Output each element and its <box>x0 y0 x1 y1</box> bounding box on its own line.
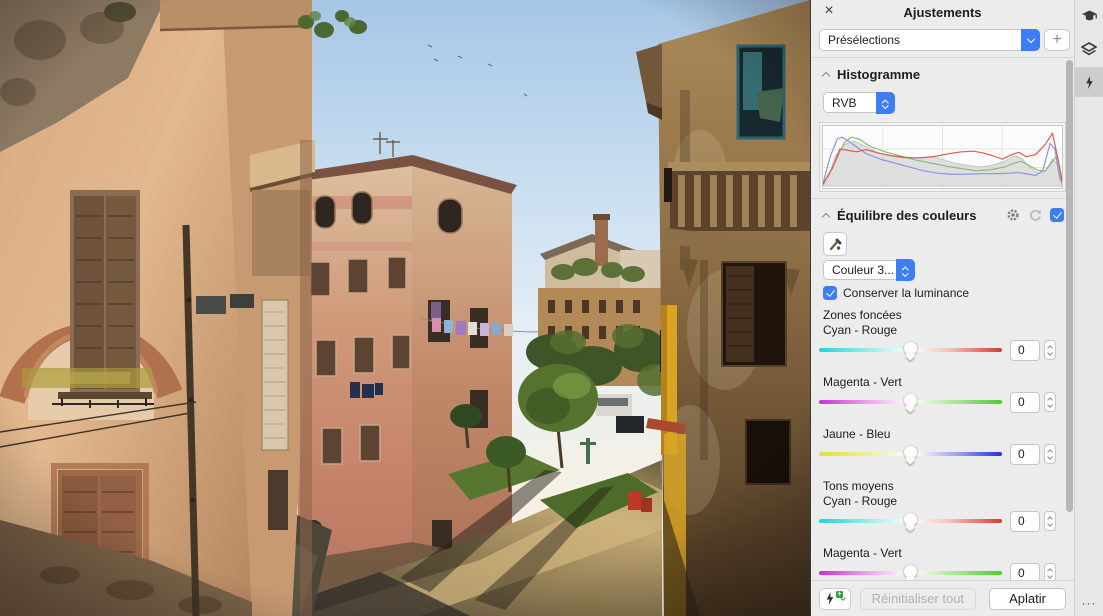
slider-thumb[interactable] <box>904 446 917 459</box>
eyedropper-icon <box>828 237 843 252</box>
stepper-down-icon <box>1047 521 1053 527</box>
more-options-icon[interactable]: ··· <box>1075 596 1103 610</box>
slider-value-input[interactable] <box>1010 444 1040 465</box>
color-picker-button[interactable] <box>823 232 847 256</box>
collapse-chevron-icon[interactable] <box>822 71 830 79</box>
histogram-section-title: Histogramme <box>837 67 920 82</box>
street-photo-illustration <box>0 0 810 616</box>
slider-thumb[interactable] <box>904 565 917 578</box>
slider-label: Cyan - Rouge <box>823 494 1056 508</box>
rail-tab-graduation-cap[interactable] <box>1075 1 1103 31</box>
vertical-scrollbar[interactable] <box>1066 60 1073 512</box>
collapse-chevron-icon[interactable] <box>822 212 830 220</box>
preserve-luminance-checkbox[interactable] <box>823 286 837 300</box>
stepper-chevrons-icon <box>896 259 915 281</box>
slider-thumb[interactable] <box>904 394 917 407</box>
reset-all-button[interactable]: Réinitialiser tout <box>860 588 976 610</box>
app-window: × Ajustements Présélections + Histogramm… <box>0 0 1103 616</box>
color-balance-section-header: Équilibre des couleurs <box>811 207 1074 223</box>
stepper-down-icon <box>1047 350 1053 356</box>
presets-row: Présélections + <box>811 29 1074 51</box>
slider-value-input[interactable] <box>1010 340 1040 361</box>
gear-icon[interactable] <box>1006 208 1020 222</box>
slider-label: Jaune - Bleu <box>823 427 1056 441</box>
stepper-down-icon <box>1047 454 1053 460</box>
new-adjustment-button[interactable]: + <box>819 588 851 610</box>
range-dropdown[interactable]: Couleur 3... <box>823 260 915 280</box>
slider-row <box>819 443 1056 465</box>
value-stepper[interactable] <box>1044 511 1056 531</box>
close-icon[interactable]: × <box>820 2 838 20</box>
slider-block: Magenta - Vert <box>819 546 1056 584</box>
channel-dropdown[interactable]: RVB <box>823 92 895 113</box>
slider-value-input[interactable] <box>1010 511 1040 532</box>
reset-undo-icon[interactable] <box>1028 208 1042 222</box>
slider-groups: Zones foncées Cyan - Rouge Magenta - Ver… <box>811 308 1074 584</box>
slider-block: Jaune - Bleu <box>819 427 1056 465</box>
chevron-down-icon <box>1021 29 1040 51</box>
slider-thumb[interactable] <box>904 342 917 355</box>
adjustments-panel: × Ajustements Présélections + Histogramm… <box>810 0 1074 616</box>
slider-row <box>819 391 1056 413</box>
range-dropdown-label: Couleur 3... <box>824 263 896 277</box>
slider-control[interactable] <box>819 391 1002 413</box>
slider-control[interactable] <box>819 443 1002 465</box>
slider-thumb[interactable] <box>904 513 917 526</box>
presets-dropdown[interactable]: Présélections <box>819 29 1040 51</box>
slider-block: Cyan - Rouge <box>819 323 1056 361</box>
slider-group: Tons moyens Cyan - Rouge Magenta - Vert <box>819 479 1056 584</box>
histogram-plot <box>822 125 1063 189</box>
histogram-canvas <box>823 126 1062 188</box>
presets-dropdown-label: Présélections <box>820 33 1021 47</box>
preserve-luminance-label: Conserver la luminance <box>843 286 969 300</box>
slider-label: Magenta - Vert <box>823 546 1056 560</box>
lightning-icon <box>1084 75 1095 90</box>
rail-tab-layers[interactable] <box>1075 34 1103 64</box>
lightning-add-icon <box>824 591 836 606</box>
group-sliders: Cyan - Rouge Magenta - Vert <box>819 323 1056 465</box>
slider-label: Magenta - Vert <box>823 375 1056 389</box>
group-sliders: Cyan - Rouge Magenta - Vert <box>819 494 1056 584</box>
slider-row <box>819 510 1056 532</box>
slider-row <box>819 339 1056 361</box>
slider-control[interactable] <box>819 339 1002 361</box>
group-heading: Zones foncées <box>823 308 1056 322</box>
channel-dropdown-label: RVB <box>824 96 876 110</box>
value-stepper[interactable] <box>1044 444 1056 464</box>
chevron-down-icon <box>840 595 846 601</box>
value-stepper[interactable] <box>1044 340 1056 360</box>
panel-footer: + Réinitialiser tout Aplatir <box>811 580 1074 616</box>
histogram-box <box>819 122 1066 192</box>
color-balance-section-title: Équilibre des couleurs <box>837 208 976 223</box>
divider <box>811 57 1074 58</box>
studio-rail: ··· <box>1074 0 1103 616</box>
flatten-button[interactable]: Aplatir <box>989 588 1066 610</box>
preserve-luminance-row: Conserver la luminance <box>823 286 1074 300</box>
stepper-chevrons-icon <box>876 92 895 114</box>
stepper-down-icon <box>1047 573 1053 579</box>
panel-title: Ajustements <box>903 5 981 20</box>
group-heading: Tons moyens <box>823 479 1056 493</box>
slider-value-input[interactable] <box>1010 392 1040 413</box>
slider-block: Magenta - Vert <box>819 375 1056 413</box>
slider-control[interactable] <box>819 510 1002 532</box>
graduation-cap-icon <box>1081 9 1098 23</box>
stepper-down-icon <box>1047 402 1053 408</box>
slider-block: Cyan - Rouge <box>819 494 1056 532</box>
add-preset-button[interactable]: + <box>1044 29 1070 51</box>
panel-header: × Ajustements <box>811 0 1074 24</box>
photo-canvas[interactable] <box>0 0 810 616</box>
slider-label: Cyan - Rouge <box>823 323 1056 337</box>
slider-group: Zones foncées Cyan - Rouge Magenta - Ver… <box>819 308 1056 465</box>
layers-icon <box>1081 42 1097 56</box>
histogram-section-header: Histogramme <box>811 66 1074 82</box>
value-stepper[interactable] <box>1044 392 1056 412</box>
enable-checkbox[interactable] <box>1050 208 1064 222</box>
rail-tab-adjustments[interactable] <box>1075 67 1103 97</box>
divider <box>811 198 1074 199</box>
